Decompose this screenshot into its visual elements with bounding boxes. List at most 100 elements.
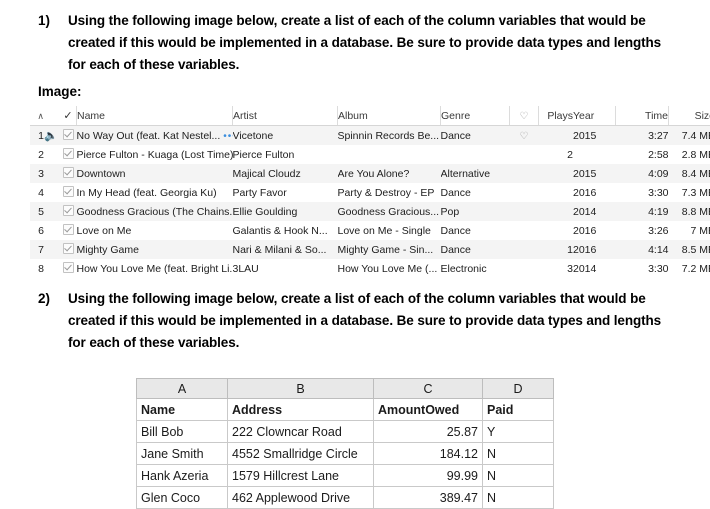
spreadsheet-header-cell[interactable]: Address xyxy=(228,399,374,421)
spreadsheet-cell[interactable]: 99.99 xyxy=(374,465,483,487)
cell-artist: Majical Cloudz xyxy=(233,164,338,183)
cell-size: 7.4 MB xyxy=(669,126,710,146)
row-checkbox[interactable] xyxy=(60,145,77,164)
cell-time: 3:26 xyxy=(616,221,669,240)
spreadsheet-cell[interactable]: 1579 Hillcrest Lane xyxy=(228,465,374,487)
question-1-number: 1) xyxy=(38,10,64,32)
spreadsheet-cell[interactable]: Bill Bob xyxy=(137,421,228,443)
column-header-artist[interactable]: Artist xyxy=(233,106,338,126)
spreadsheet-cell[interactable]: Hank Azeria xyxy=(137,465,228,487)
row-checkbox[interactable] xyxy=(60,183,77,202)
cell-year: 2016 xyxy=(573,183,616,202)
cell-year: 2016 xyxy=(573,240,616,259)
music-table-row[interactable]: 2Pierce Fulton - Kuaga (Lost Time)Pierce… xyxy=(30,145,710,164)
column-header-name[interactable]: Name xyxy=(77,106,233,126)
spreadsheet-column-letter[interactable]: D xyxy=(483,379,554,399)
spreadsheet-column-letters-row: ABCD xyxy=(137,379,554,399)
cell-plays xyxy=(539,221,574,240)
cell-genre: Pop xyxy=(441,202,510,221)
spreadsheet-column-letter[interactable]: A xyxy=(137,379,228,399)
music-table-row[interactable]: 1🔈No Way Out (feat. Kat Nestel...•••Vice… xyxy=(30,126,710,146)
image-label: Image: xyxy=(38,83,82,101)
spreadsheet-cell[interactable]: N xyxy=(483,465,554,487)
spreadsheet-cell[interactable]: Jane Smith xyxy=(137,443,228,465)
cell-album: Love on Me - Single xyxy=(338,221,441,240)
cell-album: Are You Alone? xyxy=(338,164,441,183)
cell-plays xyxy=(539,126,574,146)
music-table-row[interactable]: 3DowntownMajical CloudzAre You Alone?Alt… xyxy=(30,164,710,183)
row-number: 4 xyxy=(30,183,44,202)
row-checkbox[interactable] xyxy=(60,126,77,146)
column-header-plays[interactable]: Plays xyxy=(539,106,574,126)
music-table-row[interactable]: 4In My Head (feat. Georgia Ku)Party Favo… xyxy=(30,183,710,202)
cell-plays: 3 xyxy=(539,259,574,278)
cell-album: How You Love Me (... xyxy=(338,259,441,278)
now-playing-speaker-icon[interactable]: 🔈 xyxy=(44,126,60,146)
cell-time: 3:27 xyxy=(616,126,669,146)
cell-plays: 1 xyxy=(539,240,574,259)
cell-love[interactable]: ♡ xyxy=(510,126,539,146)
spreadsheet-cell[interactable]: N xyxy=(483,443,554,465)
row-checkbox[interactable] xyxy=(60,221,77,240)
music-table-header-row: ∧ ✓ Name Artist Album Genre ♡ Plays Year… xyxy=(30,106,710,126)
cell-genre: Alternative xyxy=(441,164,510,183)
music-table-row[interactable]: 5Goodness Gracious (The Chains...Ellie G… xyxy=(30,202,710,221)
cell-name: Downtown xyxy=(77,164,233,183)
column-header-love[interactable]: ♡ xyxy=(510,106,539,126)
cell-name: How You Love Me (feat. Bright Li... xyxy=(77,259,233,278)
cell-name: Mighty Game xyxy=(77,240,233,259)
cell-time: 4:09 xyxy=(616,164,669,183)
cell-love xyxy=(510,221,539,240)
column-header-check[interactable]: ✓ xyxy=(60,106,77,126)
row-checkbox[interactable] xyxy=(60,240,77,259)
cell-name: No Way Out (feat. Kat Nestel...••• xyxy=(77,126,233,146)
cell-artist: Galantis & Hook N... xyxy=(233,221,338,240)
spreadsheet-column-letter[interactable]: B xyxy=(228,379,374,399)
spreadsheet-column-letter[interactable]: C xyxy=(374,379,483,399)
row-checkbox[interactable] xyxy=(60,202,77,221)
row-checkbox[interactable] xyxy=(60,164,77,183)
cell-name: Love on Me xyxy=(77,221,233,240)
cell-time: 2:58 xyxy=(616,145,669,164)
cell-time: 4:19 xyxy=(616,202,669,221)
spreadsheet-cell[interactable]: 4552 Smallridge Circle xyxy=(228,443,374,465)
column-header-album[interactable]: Album xyxy=(338,106,441,126)
cell-artist: Nari & Milani & So... xyxy=(233,240,338,259)
spreadsheet-cell[interactable]: 25.87 xyxy=(374,421,483,443)
now-playing-speaker-icon xyxy=(44,240,60,259)
cell-artist: Vicetone xyxy=(233,126,338,146)
row-checkbox[interactable] xyxy=(60,259,77,278)
row-number: 7 xyxy=(30,240,44,259)
column-header-time[interactable]: Time xyxy=(616,106,669,126)
music-table-row[interactable]: 8How You Love Me (feat. Bright Li...3LAU… xyxy=(30,259,710,278)
now-playing-speaker-icon xyxy=(44,259,60,278)
cell-love xyxy=(510,183,539,202)
cell-genre: Electronic xyxy=(441,259,510,278)
row-number: 2 xyxy=(30,145,44,164)
cell-artist: Pierce Fulton xyxy=(233,145,338,164)
cell-love xyxy=(510,202,539,221)
spreadsheet-header-cell[interactable]: Name xyxy=(137,399,228,421)
spreadsheet-cell[interactable]: Y xyxy=(483,421,554,443)
cell-love xyxy=(510,259,539,278)
row-number: 5 xyxy=(30,202,44,221)
spreadsheet-cell[interactable]: 222 Clowncar Road xyxy=(228,421,374,443)
column-header-sort-caret[interactable]: ∧ xyxy=(30,106,44,126)
column-header-size[interactable]: Size xyxy=(669,106,710,126)
column-header-speaker xyxy=(44,106,60,126)
spreadsheet-header-cell[interactable]: AmountOwed xyxy=(374,399,483,421)
question-2-text: Using the following image below, create … xyxy=(68,288,668,354)
column-header-year[interactable]: Year xyxy=(573,106,616,126)
column-header-genre[interactable]: Genre xyxy=(441,106,510,126)
spreadsheet-header-cell[interactable]: Paid xyxy=(483,399,554,421)
spreadsheet-cell[interactable]: N xyxy=(483,487,554,509)
music-table-row[interactable]: 6Love on MeGalantis & Hook N...Love on M… xyxy=(30,221,710,240)
spreadsheet-cell[interactable]: 462 Applewood Drive xyxy=(228,487,374,509)
spreadsheet-cell[interactable]: 184.12 xyxy=(374,443,483,465)
music-table-row[interactable]: 7Mighty GameNari & Milani & So...Mighty … xyxy=(30,240,710,259)
cell-year: 2014 xyxy=(573,202,616,221)
spreadsheet-cell[interactable]: 389.47 xyxy=(374,487,483,509)
spreadsheet-cell[interactable]: Glen Coco xyxy=(137,487,228,509)
cell-genre: Dance xyxy=(441,126,510,146)
cell-size: 8.8 MB xyxy=(669,202,710,221)
